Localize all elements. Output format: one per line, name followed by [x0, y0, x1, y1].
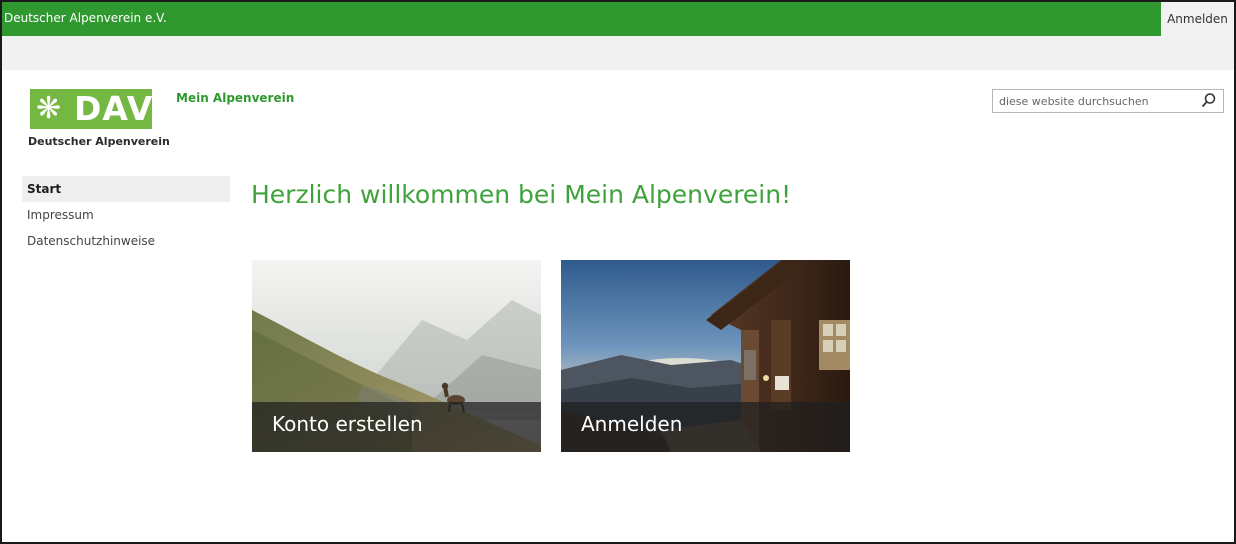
search-icon[interactable]	[1201, 92, 1217, 109]
sign-in-label: Anmelden	[581, 412, 683, 436]
search-box	[992, 89, 1224, 113]
create-account-label: Konto erstellen	[272, 412, 423, 436]
page-frame: Deutscher Alpenverein e.V. Anmelden ❋ DA…	[0, 0, 1236, 544]
nav-item-impressum[interactable]: Impressum	[22, 202, 230, 228]
sign-in-tile[interactable]: Anmelden	[561, 260, 850, 452]
logo-badge: ❋ DAV	[30, 89, 152, 129]
tile-caption: Konto erstellen	[252, 402, 541, 452]
nav-item-start[interactable]: Start	[22, 176, 230, 202]
nav-item-datenschutzhinweise[interactable]: Datenschutzhinweise	[22, 228, 230, 254]
quick-launch-nav: Start Impressum Datenschutzhinweise	[22, 176, 230, 254]
ribbon-bar	[2, 36, 1234, 70]
suite-bar: Deutscher Alpenverein e.V. Anmelden	[2, 2, 1234, 36]
logo-text: DAV	[74, 89, 154, 128]
search-input[interactable]	[993, 91, 1189, 112]
site-title-link[interactable]: Mein Alpenverein	[176, 91, 294, 105]
sign-in-button[interactable]: Anmelden	[1161, 2, 1234, 36]
tile-caption: Anmelden	[561, 402, 850, 452]
logo-subtitle: Deutscher Alpenverein	[28, 135, 170, 148]
suite-bar-brand: Deutscher Alpenverein e.V.	[4, 11, 167, 25]
edelweiss-icon: ❋	[36, 91, 62, 126]
create-account-tile[interactable]: Konto erstellen	[252, 260, 541, 452]
page-title: Herzlich willkommen bei Mein Alpenverein…	[251, 180, 792, 209]
site-logo[interactable]: ❋ DAV Deutscher Alpenverein	[28, 89, 170, 151]
